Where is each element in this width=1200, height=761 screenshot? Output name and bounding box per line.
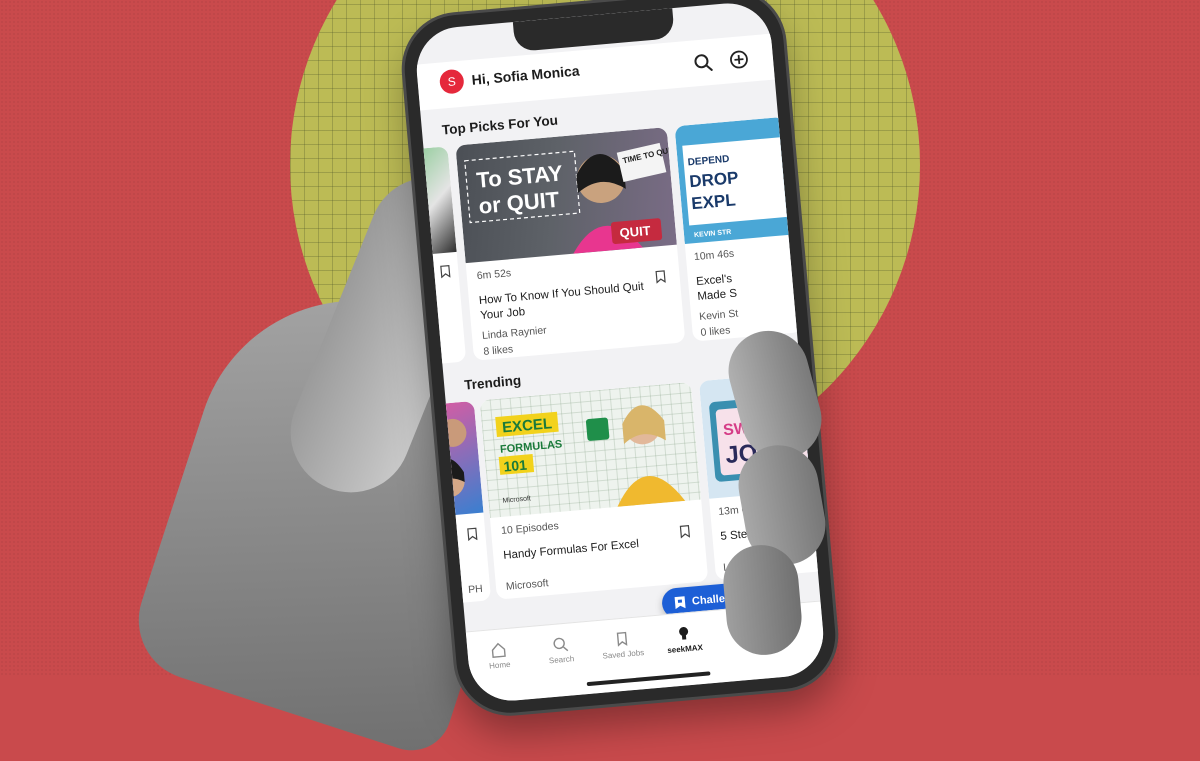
card-episodes: 10 Episodes — [500, 520, 560, 538]
bookmark-icon[interactable] — [655, 270, 666, 284]
thumbnail-art: DEPEND DROP EXPL KEVIN STR — [682, 136, 793, 239]
card-duration: 6m 52s — [476, 267, 512, 283]
card-author: Linda Raynier — [481, 324, 548, 342]
thumbnail-art: To STAY or QUIT TIME TO QUIT QUIT — [464, 142, 676, 254]
nav-search[interactable]: Search — [529, 634, 593, 667]
search-icon[interactable] — [692, 52, 714, 74]
trending-card[interactable]: EXCEL FORMULAS 101 Microsoft 10 Episodes… — [479, 381, 709, 600]
nav-seekmax-label: seekMAX — [667, 642, 704, 655]
thumb-brand: Microsoft — [502, 495, 531, 504]
lightbulb-icon — [679, 627, 689, 640]
thumb-line-1: EXCEL — [501, 415, 552, 436]
card-likes: 8 likes — [482, 343, 514, 358]
bookmark-icon[interactable] — [467, 527, 478, 541]
nav-saved-jobs[interactable]: Saved Jobs — [590, 628, 654, 661]
app-header: S Hi, Sofia Monica — [416, 33, 775, 111]
home-icon — [491, 642, 506, 658]
trending-heading: Trending — [463, 372, 522, 393]
top-pick-card-next[interactable]: DEPEND DROP EXPL KEVIN STR 10m 46s Excel… — [674, 116, 803, 342]
add-circle-icon[interactable] — [728, 49, 750, 71]
thumbnail-art: EXCEL FORMULAS 101 Microsoft — [495, 405, 686, 507]
nav-seekmax[interactable]: seekMAX — [652, 623, 716, 656]
card-title: How To Know If You Should Quit Your Job — [478, 280, 645, 323]
bookmark-icon[interactable] — [440, 264, 451, 279]
card-title: Excel's Made S — [695, 272, 738, 304]
card-thumbnail: To STAY or QUIT TIME TO QUIT QUIT — [455, 127, 677, 264]
card-thumbnail: EXCEL FORMULAS 101 Microsoft — [479, 381, 702, 518]
card-author: Microsoft — [505, 577, 549, 593]
thumb-footer: KEVIN STR — [694, 229, 732, 239]
search-icon — [553, 637, 569, 652]
card-author-fragment: PH — [467, 582, 484, 597]
top-picks-heading: Top Picks For You — [441, 112, 559, 138]
bookmark-icon — [616, 631, 628, 647]
bookmark-icon[interactable] — [679, 525, 691, 539]
greeting-text: Hi, Sofia Monica — [471, 62, 581, 88]
card-duration: 10m 46s — [693, 247, 735, 264]
nav-saved-label: Saved Jobs — [602, 648, 645, 661]
thumb-line-2: FORMULAS — [500, 438, 563, 455]
nav-home[interactable]: Home — [467, 639, 531, 672]
nav-search-label: Search — [548, 654, 575, 666]
card-author: Kevin St — [698, 307, 739, 323]
home-indicator — [586, 671, 711, 687]
challenge-flag-icon — [674, 596, 686, 610]
thumb-line-3: 101 — [503, 457, 528, 475]
top-pick-card[interactable]: To STAY or QUIT TIME TO QUIT QUIT 6m 52s… — [455, 127, 686, 361]
avatar[interactable]: S — [438, 68, 465, 95]
card-thumbnail — [413, 146, 457, 258]
card-thumbnail: DEPEND DROP EXPL KEVIN STR — [674, 116, 795, 244]
card-likes: 0 likes — [700, 324, 731, 339]
card-title: Handy Formulas For Excel — [502, 538, 640, 562]
thumb-badge-quit: QUIT — [619, 223, 651, 241]
thumb-line-3: EXPL — [691, 190, 737, 213]
nav-home-label: Home — [488, 659, 511, 671]
